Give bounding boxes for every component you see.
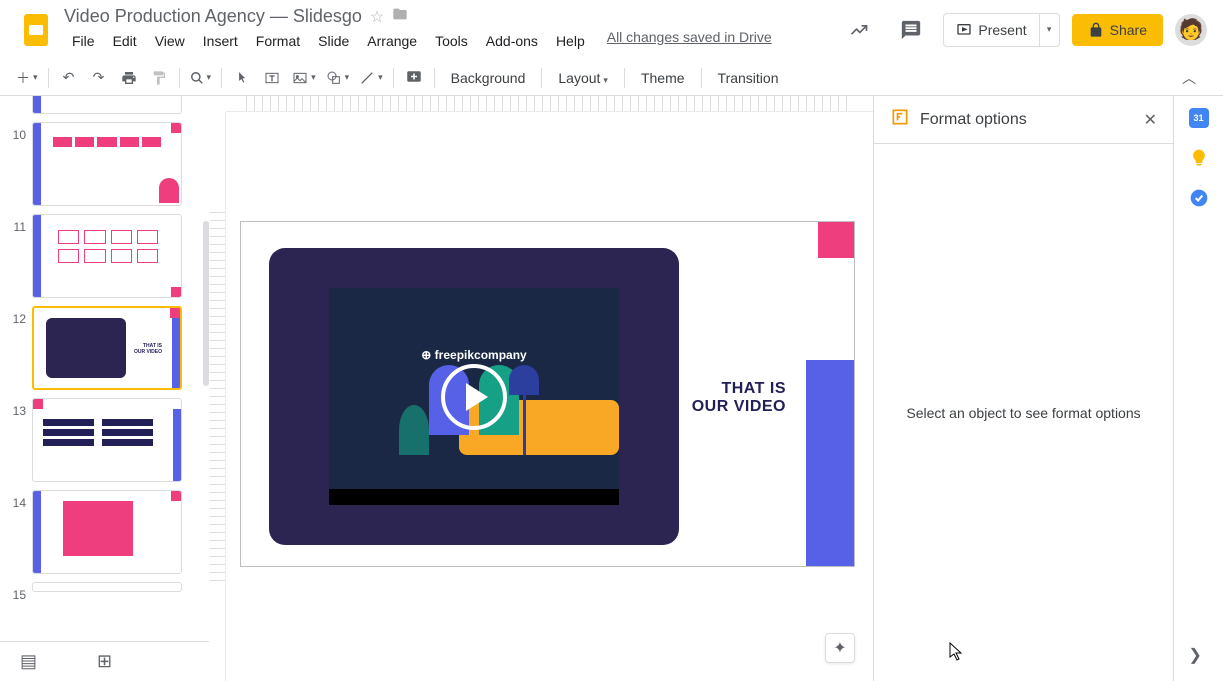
redo-button[interactable]: ↷: [85, 64, 113, 92]
activity-icon[interactable]: [839, 10, 879, 50]
shape-tool[interactable]: [322, 64, 354, 92]
slide-thumbnail-11[interactable]: [32, 214, 182, 298]
slide-thumbnail-14[interactable]: [32, 490, 182, 574]
decoration-purple-bar: [806, 360, 854, 566]
grid-view-icon[interactable]: ⊞: [97, 651, 112, 672]
background-button[interactable]: Background: [441, 70, 536, 86]
star-icon[interactable]: ☆: [370, 7, 384, 27]
close-icon[interactable]: ✕: [1144, 110, 1157, 130]
menu-insert[interactable]: Insert: [195, 29, 246, 53]
present-label: Present: [978, 22, 1026, 38]
menu-arrange[interactable]: Arrange: [359, 29, 425, 53]
share-button[interactable]: Share: [1072, 14, 1163, 46]
new-slide-button[interactable]: ＋: [12, 64, 42, 92]
menu-format[interactable]: Format: [248, 29, 308, 53]
view-bar: ▤ ⊞: [0, 641, 210, 681]
account-avatar[interactable]: 🧑: [1175, 14, 1207, 46]
app-header: Video Production Agency — Slidesgo ☆ Fil…: [0, 0, 1223, 60]
filmstrip-view-icon[interactable]: ▤: [20, 651, 37, 672]
zoom-button[interactable]: [186, 64, 216, 92]
menu-addons[interactable]: Add-ons: [478, 29, 546, 53]
menu-view[interactable]: View: [147, 29, 193, 53]
video-placeholder[interactable]: ⊕ freepikcompany: [269, 248, 679, 545]
filmstrip-scrollbar[interactable]: [203, 221, 209, 386]
layout-button[interactable]: Layout: [548, 70, 618, 86]
comments-icon[interactable]: [891, 10, 931, 50]
undo-button[interactable]: ↶: [55, 64, 83, 92]
format-options-panel: Format options ✕ Select an object to see…: [873, 96, 1173, 681]
play-icon[interactable]: [441, 364, 507, 430]
present-dropdown[interactable]: ▾: [1040, 13, 1060, 47]
menu-tools[interactable]: Tools: [427, 29, 476, 53]
move-folder-icon[interactable]: [392, 6, 408, 27]
slide-thumbnail-10[interactable]: [32, 122, 182, 206]
collapse-toolbar-icon[interactable]: ︿: [1175, 64, 1203, 92]
slide-number: 14: [8, 490, 26, 574]
video-logo-text: ⊕ freepikcompany: [421, 348, 526, 362]
slide-number: 12: [8, 306, 26, 390]
slide-canvas[interactable]: ⊕ freepikcompany THAT IS OUR VIDEO: [240, 221, 855, 567]
show-side-panel-icon[interactable]: ❯: [1189, 645, 1209, 665]
format-panel-title: Format options: [920, 111, 1134, 129]
image-tool[interactable]: [288, 64, 320, 92]
toolbar: ＋ ↶ ↷ Background Layout Theme Transition…: [0, 60, 1223, 96]
share-label: Share: [1110, 22, 1147, 38]
save-status[interactable]: All changes saved in Drive: [607, 29, 772, 53]
slide-thumbnail-12-selected[interactable]: THAT ISOUR VIDEO: [32, 306, 182, 390]
tasks-icon[interactable]: [1189, 188, 1209, 208]
slide-number: 11: [8, 214, 26, 298]
slide-thumbnail[interactable]: [32, 96, 182, 114]
explore-button[interactable]: ✦: [825, 633, 855, 663]
decoration-pink-square: [818, 222, 854, 258]
canvas-area[interactable]: ⊕ freepikcompany THAT IS OUR VIDEO: [210, 96, 873, 681]
vertical-ruler: [210, 112, 226, 681]
keep-icon[interactable]: [1189, 148, 1209, 168]
textbox-tool[interactable]: [258, 64, 286, 92]
text-line-1: THAT IS: [692, 380, 786, 398]
slides-app-icon[interactable]: [16, 10, 56, 50]
slide-number: 15: [8, 582, 26, 602]
menu-edit[interactable]: Edit: [105, 29, 145, 53]
line-tool[interactable]: [355, 64, 387, 92]
print-button[interactable]: [115, 64, 143, 92]
horizontal-ruler: [226, 96, 873, 112]
format-empty-message: Select an object to see format options: [906, 405, 1140, 421]
side-panel: 31 ❯: [1173, 96, 1223, 681]
slide-number: 13: [8, 398, 26, 482]
slide-filmstrip[interactable]: 10 11 12 THAT ISOUR VIDEO 13: [0, 96, 210, 681]
comment-tool[interactable]: [400, 64, 428, 92]
transition-button[interactable]: Transition: [708, 70, 789, 86]
slide-thumbnail-15[interactable]: [32, 582, 182, 592]
present-button[interactable]: Present: [943, 13, 1039, 47]
title-area: Video Production Agency — Slidesgo ☆ Fil…: [64, 6, 839, 53]
document-title[interactable]: Video Production Agency — Slidesgo: [64, 6, 362, 27]
text-line-2: OUR VIDEO: [692, 398, 786, 416]
slide-thumbnail-13[interactable]: [32, 398, 182, 482]
menu-help[interactable]: Help: [548, 29, 593, 53]
menu-file[interactable]: File: [64, 29, 103, 53]
theme-button[interactable]: Theme: [631, 70, 695, 86]
format-options-icon: [890, 107, 910, 132]
slide-number: 10: [8, 122, 26, 206]
paint-format-button[interactable]: [145, 64, 173, 92]
select-tool[interactable]: [228, 64, 256, 92]
calendar-icon[interactable]: 31: [1189, 108, 1209, 128]
slide-text-block[interactable]: THAT IS OUR VIDEO: [692, 380, 786, 416]
menu-bar: File Edit View Insert Format Slide Arran…: [64, 29, 839, 53]
menu-slide[interactable]: Slide: [310, 29, 357, 53]
